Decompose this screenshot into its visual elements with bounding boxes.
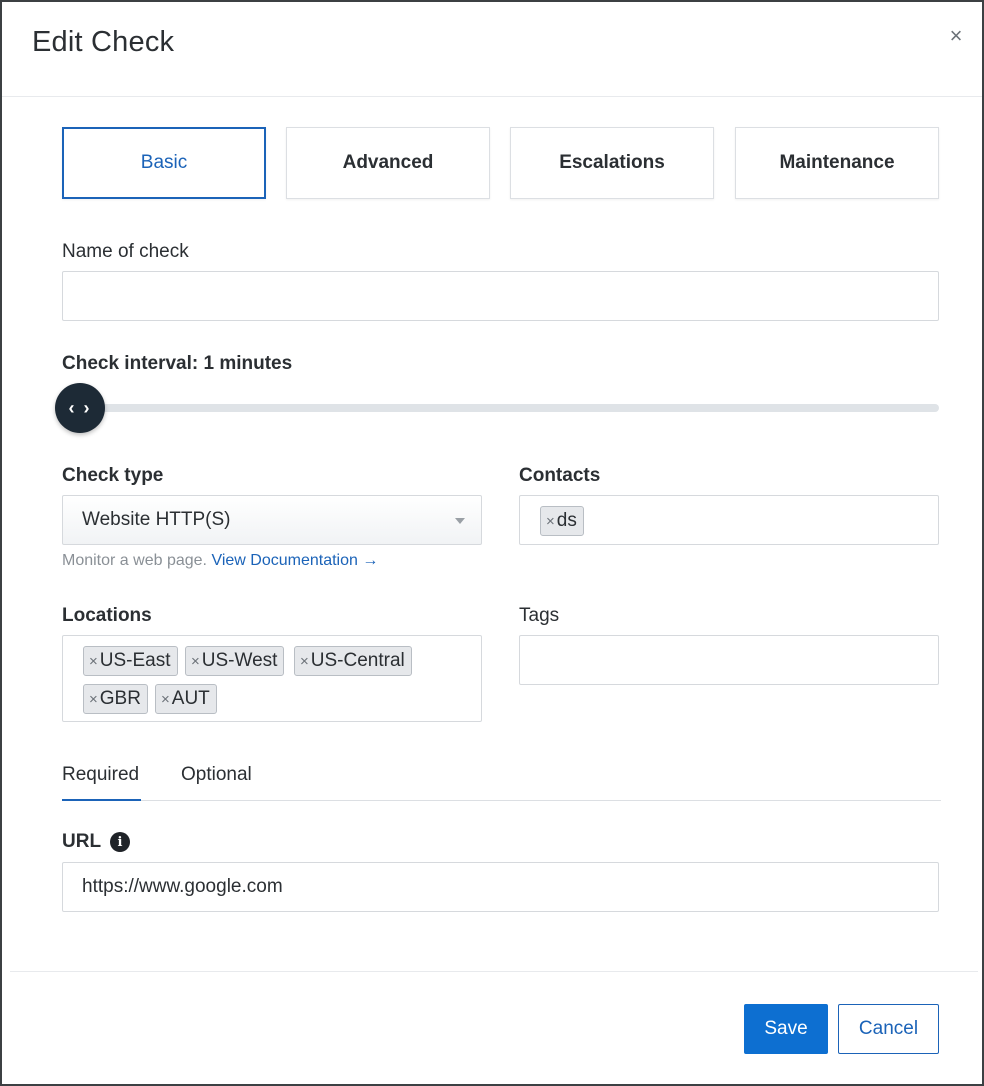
location-chip-label: US-West: [201, 650, 278, 671]
edit-check-dialog: Edit Check × Basic Advanced Escalations …: [0, 0, 984, 1086]
info-icon[interactable]: i: [110, 832, 130, 852]
check-interval-label: Check interval: 1 minutes: [62, 353, 293, 374]
url-label: URL: [62, 831, 102, 852]
location-chip-label: GBR: [99, 688, 141, 709]
location-chip-us-west: × US-West: [185, 646, 285, 676]
remove-chip-icon[interactable]: ×: [161, 691, 170, 708]
location-chip-label: AUT: [171, 688, 210, 709]
location-chip-label: US-Central: [310, 650, 405, 671]
tab-maintenance[interactable]: Maintenance: [735, 127, 939, 199]
location-chip-us-east: × US-East: [83, 646, 178, 676]
locations-label: Locations: [62, 605, 152, 626]
slider-handle-icon[interactable]: ‹ ›: [55, 383, 105, 433]
contacts-label: Contacts: [519, 465, 601, 486]
remove-chip-icon[interactable]: ×: [89, 653, 98, 670]
check-type-help-text: Monitor a web page.: [62, 552, 207, 569]
tab-escalations[interactable]: Escalations: [510, 127, 714, 199]
url-field: [62, 862, 939, 912]
check-type-label: Check type: [62, 465, 164, 486]
check-interval-slider-track[interactable]: [62, 404, 939, 412]
section-tabs: Basic Advanced Escalations Maintenance: [62, 127, 939, 199]
check-type-help: Monitor a web page. View Documentation →: [62, 552, 378, 570]
tab-basic[interactable]: Basic: [62, 127, 266, 199]
contacts-input[interactable]: × ds: [519, 495, 939, 545]
name-of-check-field: [62, 271, 939, 321]
check-type-value: Website HTTP(S): [82, 509, 231, 530]
caret-down-icon: [455, 518, 465, 524]
subtab-required[interactable]: Required: [62, 762, 141, 801]
tags-input[interactable]: [519, 635, 939, 685]
footer-divider: [10, 971, 978, 972]
contact-chip-label: ds: [556, 510, 577, 531]
save-button[interactable]: Save: [744, 1004, 828, 1054]
tab-advanced[interactable]: Advanced: [286, 127, 490, 199]
name-of-check-input[interactable]: [63, 272, 938, 320]
url-input[interactable]: [63, 863, 938, 911]
contact-chip-ds: × ds: [540, 506, 584, 536]
location-chip-aut: × AUT: [155, 684, 217, 714]
close-icon[interactable]: ×: [944, 24, 968, 48]
field-subtabs: Required Optional: [62, 762, 941, 801]
remove-chip-icon[interactable]: ×: [546, 513, 555, 530]
locations-input[interactable]: × US-East × US-West × US-Central × GBR ×…: [62, 635, 482, 722]
location-chip-label: US-East: [99, 650, 171, 671]
location-chip-gbr: × GBR: [83, 684, 148, 714]
dialog-header: Edit Check ×: [2, 2, 982, 97]
check-type-select[interactable]: Website HTTP(S): [62, 495, 482, 545]
view-documentation-link[interactable]: View Documentation →: [211, 552, 378, 569]
tags-label: Tags: [519, 605, 560, 626]
remove-chip-icon[interactable]: ×: [89, 691, 98, 708]
location-chip-us-central: × US-Central: [294, 646, 412, 676]
subtab-optional[interactable]: Optional: [181, 762, 252, 801]
dialog-title: Edit Check: [32, 26, 175, 58]
remove-chip-icon[interactable]: ×: [300, 653, 309, 670]
name-of-check-label: Name of check: [62, 241, 189, 262]
remove-chip-icon[interactable]: ×: [191, 653, 200, 670]
cancel-button[interactable]: Cancel: [838, 1004, 939, 1054]
